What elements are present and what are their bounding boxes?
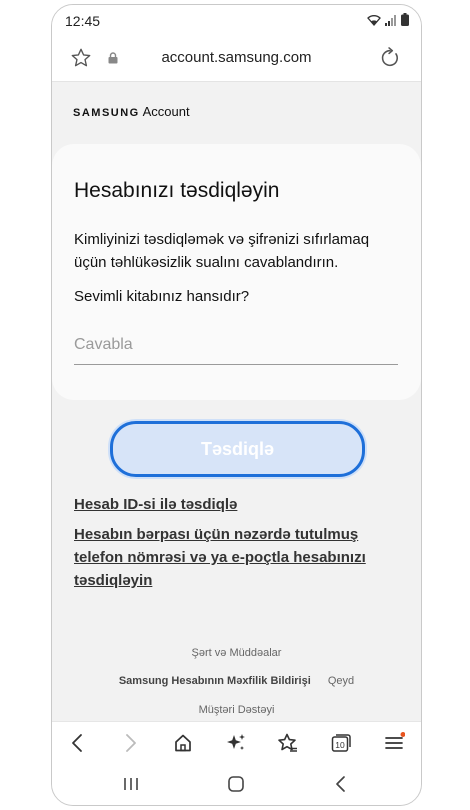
customer-support-link[interactable]: Müştəri Dəstəyi (199, 704, 275, 716)
tabs-count: 10 (335, 740, 345, 750)
verify-by-recovery-link[interactable]: Hesabın bərpası üçün nəzərdə tutulmuş te… (74, 523, 374, 592)
page-content: SAMSUNG Account Hesabınızı təsdiqləyin K… (52, 82, 421, 722)
privacy-notice-link[interactable]: Samsung Hesabının Məxfilik Bildirişi (119, 675, 311, 687)
bookmarks-icon[interactable] (275, 730, 301, 756)
verify-by-id-link[interactable]: Hesab ID-si ilə təsdiqlə (74, 493, 237, 516)
menu-icon[interactable] (381, 730, 407, 756)
home-icon[interactable] (170, 730, 196, 756)
address-bar: account.samsung.com (52, 35, 421, 82)
confirm-button[interactable]: Təsdiqlə (110, 421, 365, 477)
url-text[interactable]: account.samsung.com (52, 49, 421, 66)
battery-icon (401, 13, 409, 31)
back-icon[interactable] (64, 730, 90, 756)
footer-support-row: Müştəri Dəstəyi (52, 704, 421, 716)
footer-privacy-row: Samsung Hesabının Məxfilik Bildirişi Qey… (52, 675, 421, 687)
notification-dot (400, 732, 405, 737)
home-nav-icon[interactable] (223, 773, 249, 795)
tabs-icon[interactable]: 10 (328, 730, 354, 756)
reload-icon[interactable] (379, 47, 401, 74)
page-title: Hesabınızı təsdiqləyin (74, 179, 280, 202)
status-icons (367, 13, 409, 31)
security-question-label: Sevimli kitabınız hansıdır? (74, 288, 250, 305)
status-bar: 12:45 (52, 5, 421, 35)
footer-terms-row: Şərt və Müddəalar (52, 647, 421, 659)
answer-input[interactable] (74, 326, 398, 365)
back-nav-icon[interactable] (328, 773, 354, 795)
note-link[interactable]: Qeyd (328, 675, 354, 687)
system-navigation-bar (52, 763, 421, 805)
forward-icon[interactable] (118, 730, 144, 756)
phone-frame: 12:45 account.samsung.com SAMSUNG Accoun… (51, 4, 422, 806)
sparkle-icon[interactable] (223, 730, 249, 756)
signal-icon (385, 13, 397, 31)
recent-apps-icon[interactable] (118, 773, 144, 795)
samsung-account-logo: SAMSUNG Account (73, 104, 190, 119)
terms-link[interactable]: Şərt və Müddəalar (192, 647, 282, 659)
instructions-text: Kimliyinizi təsdiqləmək və şifrənizi sıf… (74, 231, 370, 271)
status-time: 12:45 (65, 13, 101, 29)
brand-product: Account (142, 104, 190, 119)
wifi-icon (367, 13, 381, 31)
browser-toolbar: 10 (52, 721, 421, 764)
security-question-card: Hesabınızı təsdiqləyin Kimliyinizi təsdi… (52, 144, 421, 400)
